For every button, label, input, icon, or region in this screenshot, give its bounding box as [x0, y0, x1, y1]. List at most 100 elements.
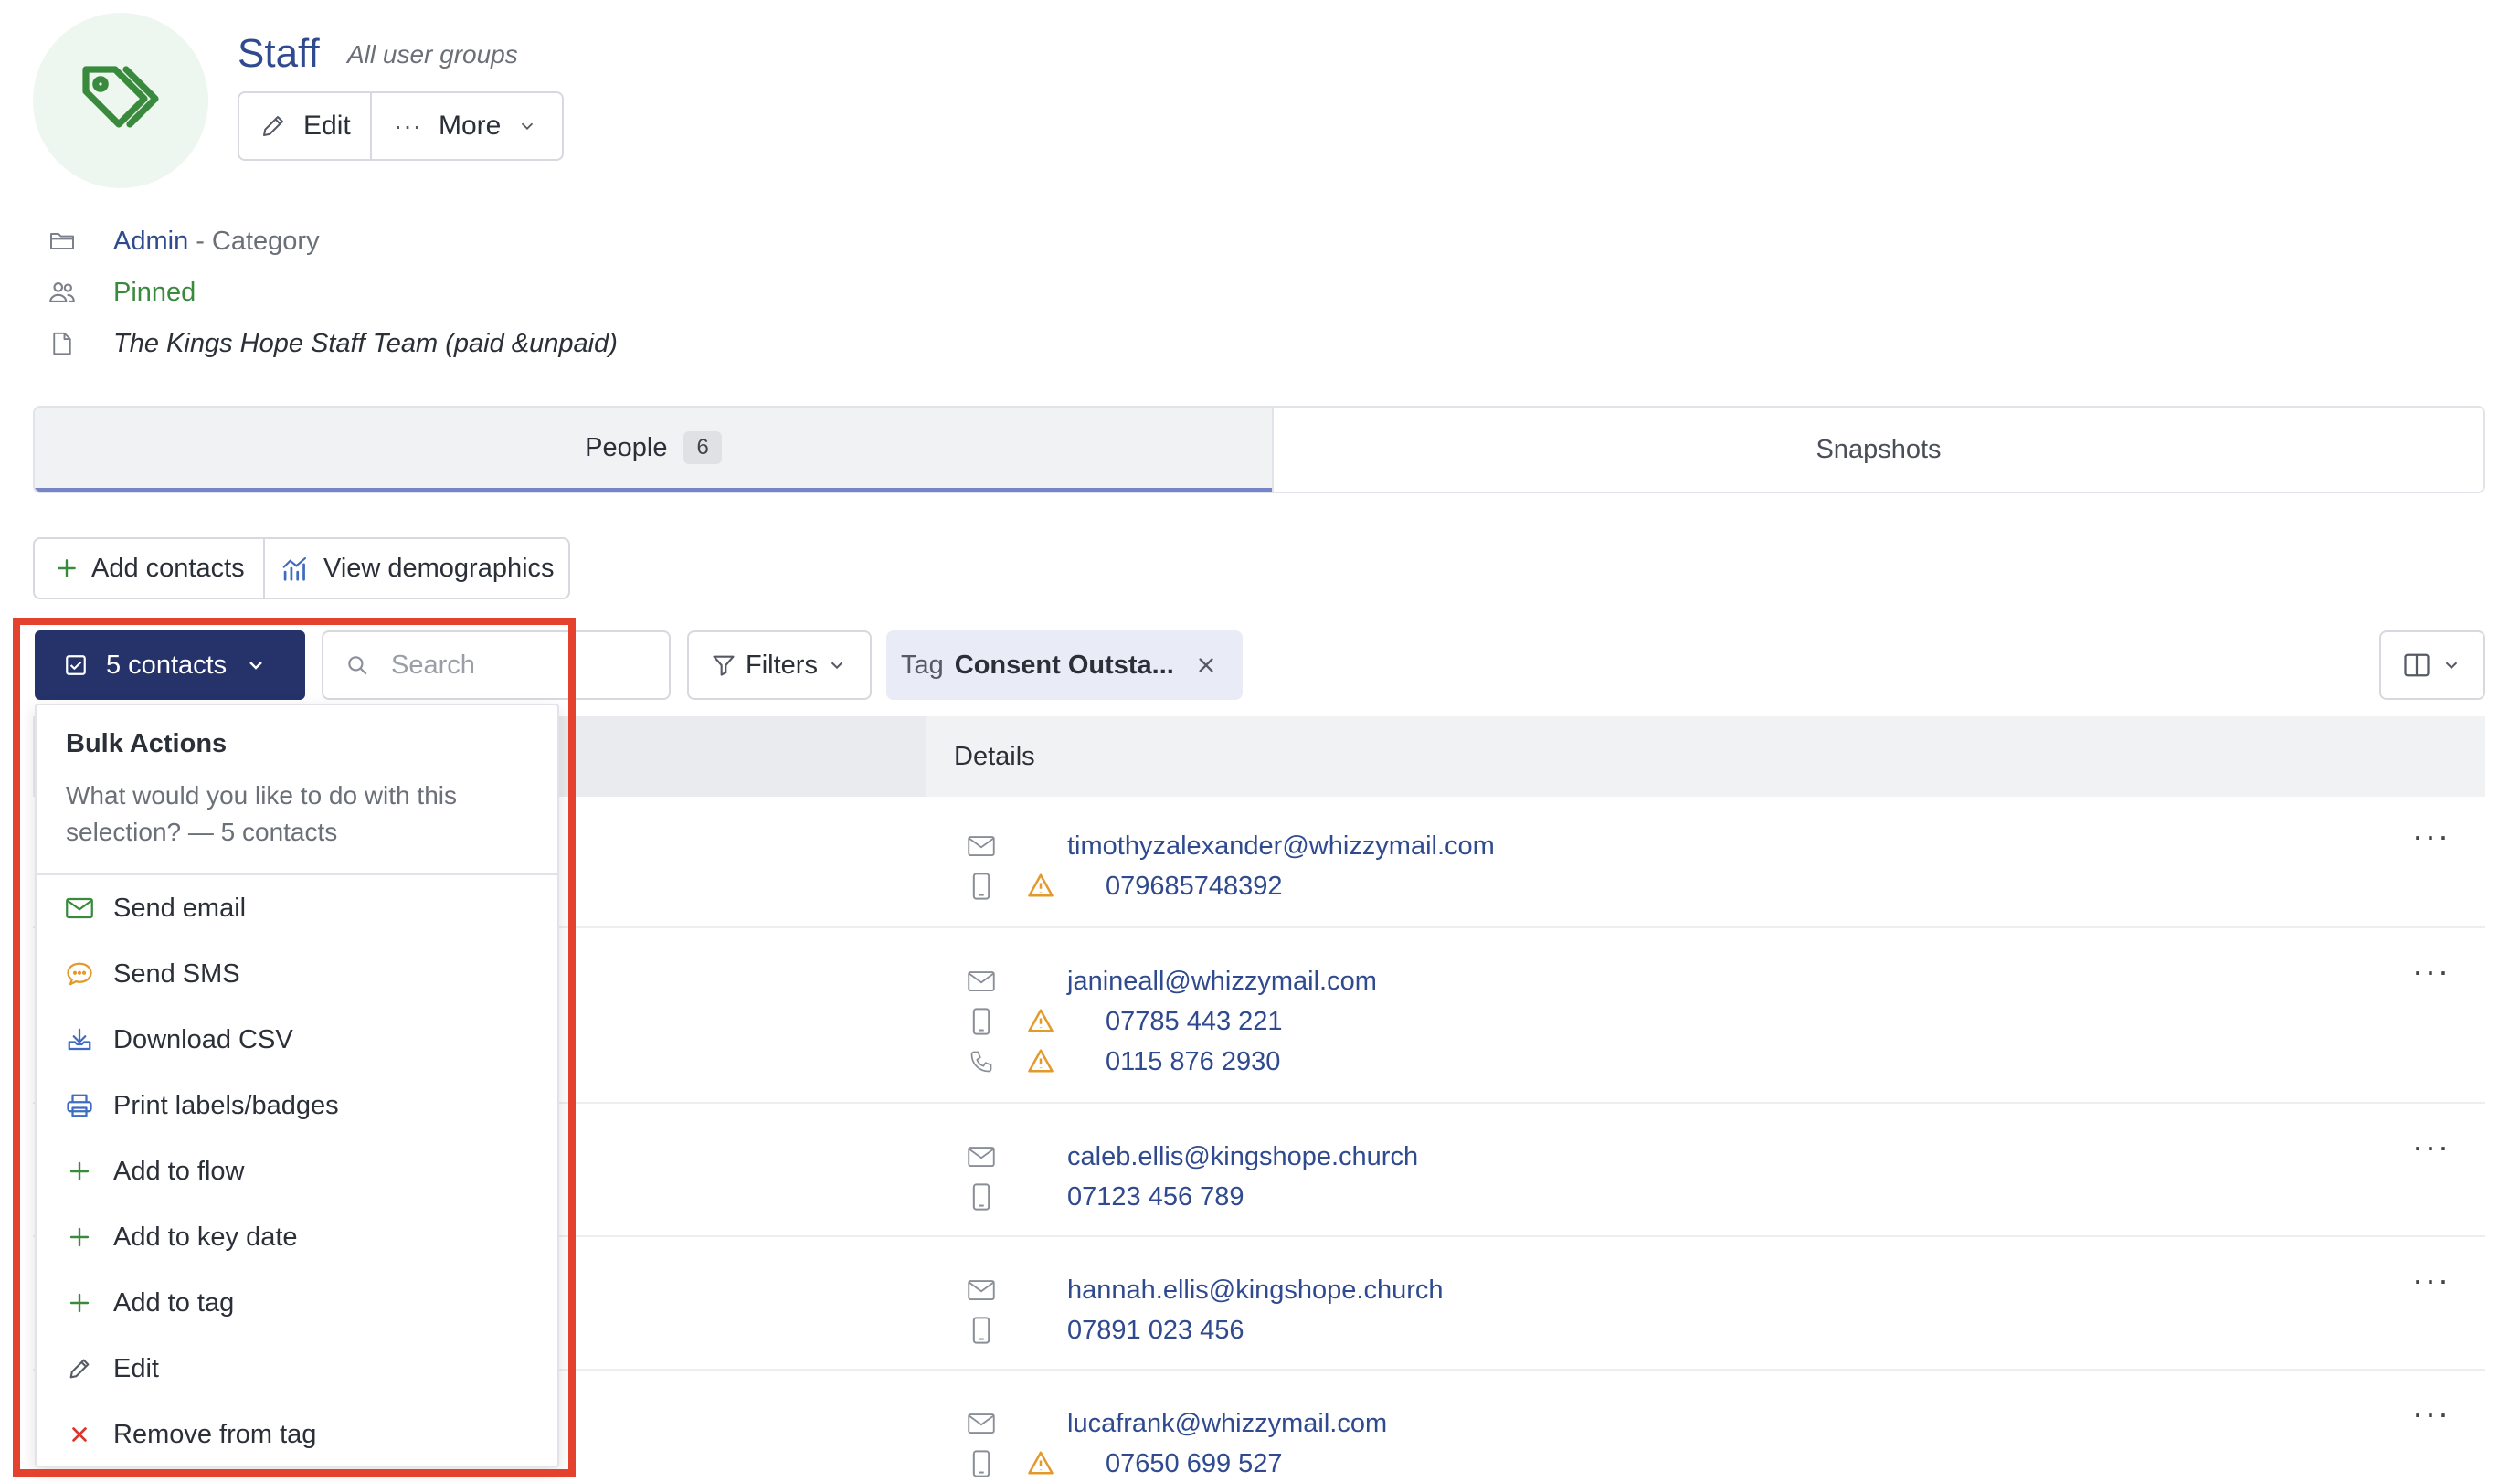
contact-mobile[interactable]: 07891 023 456 [1067, 1316, 1244, 1346]
mobile-line: 07785 443 221 [965, 1005, 1283, 1038]
details-header-label: Details [954, 741, 1035, 771]
tab-snapshots-label: Snapshots [1816, 434, 1942, 464]
email-line: hannah.ellis@kingshope.church [965, 1274, 1444, 1307]
mail-icon [64, 893, 95, 924]
menu-item-edit[interactable]: Edit [37, 1336, 557, 1402]
contact-mobile[interactable]: 07123 456 789 [1067, 1182, 1244, 1212]
menu-item-send-email[interactable]: Send email [37, 875, 557, 941]
tab-snapshots[interactable]: Snapshots [1272, 408, 2483, 492]
menu-item-label: Print labels/badges [113, 1090, 339, 1120]
people-count-badge: 6 [683, 431, 722, 464]
menu-item-add-to-tag[interactable]: Add to tag [37, 1270, 557, 1336]
page-title: Staff [238, 31, 320, 76]
mail-icon [965, 830, 998, 863]
mail-icon [965, 1407, 998, 1440]
mobile-icon [965, 1180, 998, 1213]
mobile-icon [965, 1447, 998, 1480]
add-contacts-button[interactable]: Add contacts [35, 539, 265, 598]
contact-mobile[interactable]: 079685748392 [1106, 872, 1283, 902]
tag-filter-key: Tag [901, 650, 944, 680]
row-more-button[interactable]: ··· [2412, 952, 2451, 990]
menu-item-send-sms[interactable]: Send SMS [37, 941, 557, 1007]
row-more-button[interactable]: ··· [2412, 817, 2451, 855]
menu-item-add-to-flow[interactable]: Add to flow [37, 1138, 557, 1204]
mail-icon [965, 965, 998, 998]
description-row: The Kings Hope Staff Team (paid &unpaid) [46, 327, 618, 360]
more-button-label: More [438, 111, 502, 141]
category-link[interactable]: Admin [113, 227, 188, 257]
view-demographics-label: View demographics [323, 553, 555, 583]
menu-item-add-to-key-date[interactable]: Add to key date [37, 1204, 557, 1270]
filters-button[interactable]: Filters [687, 630, 872, 700]
selection-count-label: 5 contacts [106, 650, 228, 680]
mail-icon [965, 1140, 998, 1173]
category-suffix: - Category [196, 226, 320, 256]
chevron-down-icon [249, 662, 263, 670]
contact-mobile[interactable]: 07650 699 527 [1106, 1449, 1283, 1479]
group-description: The Kings Hope Staff Team (paid &unpaid) [113, 328, 618, 358]
close-icon [1199, 658, 1213, 672]
bar-chart-icon [282, 557, 306, 581]
mobile-icon [965, 870, 998, 903]
remove-filter-button[interactable] [1196, 655, 1216, 675]
group-avatar [33, 13, 208, 188]
contact-email[interactable]: caleb.ellis@kingshope.church [1067, 1142, 1418, 1172]
details-column-header[interactable]: Details [926, 716, 2485, 797]
menu-item-remove-from-tag[interactable]: Remove from tag [37, 1402, 557, 1467]
folder-icon [46, 225, 79, 258]
more-button[interactable]: ··· More [372, 93, 537, 159]
contact-phone[interactable]: 0115 876 2930 [1106, 1047, 1280, 1077]
filter-icon [713, 655, 735, 676]
email-line: caleb.ellis@kingshope.church [965, 1140, 1418, 1173]
tag-icon [82, 66, 159, 128]
bulk-actions-header: Bulk Actions What would you like to do w… [37, 705, 557, 875]
warning-icon [1027, 1449, 1056, 1478]
header-button-group: Edit ··· More [238, 91, 564, 161]
add-contacts-label: Add contacts [91, 553, 245, 583]
row-more-button[interactable]: ··· [2412, 1261, 2451, 1299]
ellipsis-icon: ··· [394, 111, 422, 140]
email-line: timothyzalexander@whizzymail.com [965, 830, 1495, 863]
menu-item-label: Remove from tag [113, 1419, 317, 1449]
plus-icon [64, 1287, 95, 1318]
bulk-actions-description: What would you like to do with this sele… [66, 781, 457, 846]
mobile-line: 079685748392 [965, 870, 1283, 903]
mobile-icon [965, 1314, 998, 1347]
warning-icon [1027, 1007, 1056, 1036]
chevron-down-icon [522, 122, 534, 131]
chevron-down-icon [2445, 662, 2458, 670]
mobile-line: 07123 456 789 [965, 1180, 1244, 1213]
contact-email[interactable]: lucafrank@whizzymail.com [1067, 1409, 1387, 1439]
contact-email[interactable]: hannah.ellis@kingshope.church [1067, 1276, 1444, 1306]
mail-icon [965, 1274, 998, 1307]
search-icon [348, 656, 367, 675]
menu-item-label: Edit [113, 1353, 159, 1383]
contact-email[interactable]: janineall@whizzymail.com [1067, 967, 1377, 997]
email-line: lucafrank@whizzymail.com [965, 1407, 1387, 1440]
pencil-icon [263, 116, 283, 136]
contact-email[interactable]: timothyzalexander@whizzymail.com [1067, 831, 1495, 862]
edit-button[interactable]: Edit [239, 93, 372, 159]
tab-people[interactable]: People 6 [35, 408, 1272, 492]
columns-icon [2404, 653, 2430, 677]
column-layout-button[interactable] [2379, 630, 2485, 700]
pinned-row: Pinned [46, 276, 196, 309]
page-subtitle: All user groups [347, 40, 518, 69]
contact-mobile[interactable]: 07785 443 221 [1106, 1007, 1283, 1037]
plus-icon [64, 1156, 95, 1187]
mobile-line: 07650 699 527 [965, 1447, 1283, 1480]
menu-item-download-csv[interactable]: Download CSV [37, 1007, 557, 1073]
category-row: Admin - Category [46, 225, 320, 258]
plus-icon [58, 559, 76, 577]
download-icon [64, 1024, 95, 1055]
menu-item-print-labels[interactable]: Print labels/badges [37, 1073, 557, 1138]
search-box [322, 630, 671, 700]
row-more-button[interactable]: ··· [2412, 1394, 2451, 1433]
menu-item-label: Send email [113, 893, 247, 923]
row-more-button[interactable]: ··· [2412, 1127, 2451, 1166]
bulk-actions-menu: Bulk Actions What would you like to do w… [35, 704, 559, 1467]
view-demographics-button[interactable]: View demographics [265, 539, 555, 598]
menu-item-label: Download CSV [113, 1024, 293, 1054]
selection-dropdown-button[interactable]: 5 contacts [35, 630, 305, 700]
search-input[interactable] [391, 650, 610, 681]
